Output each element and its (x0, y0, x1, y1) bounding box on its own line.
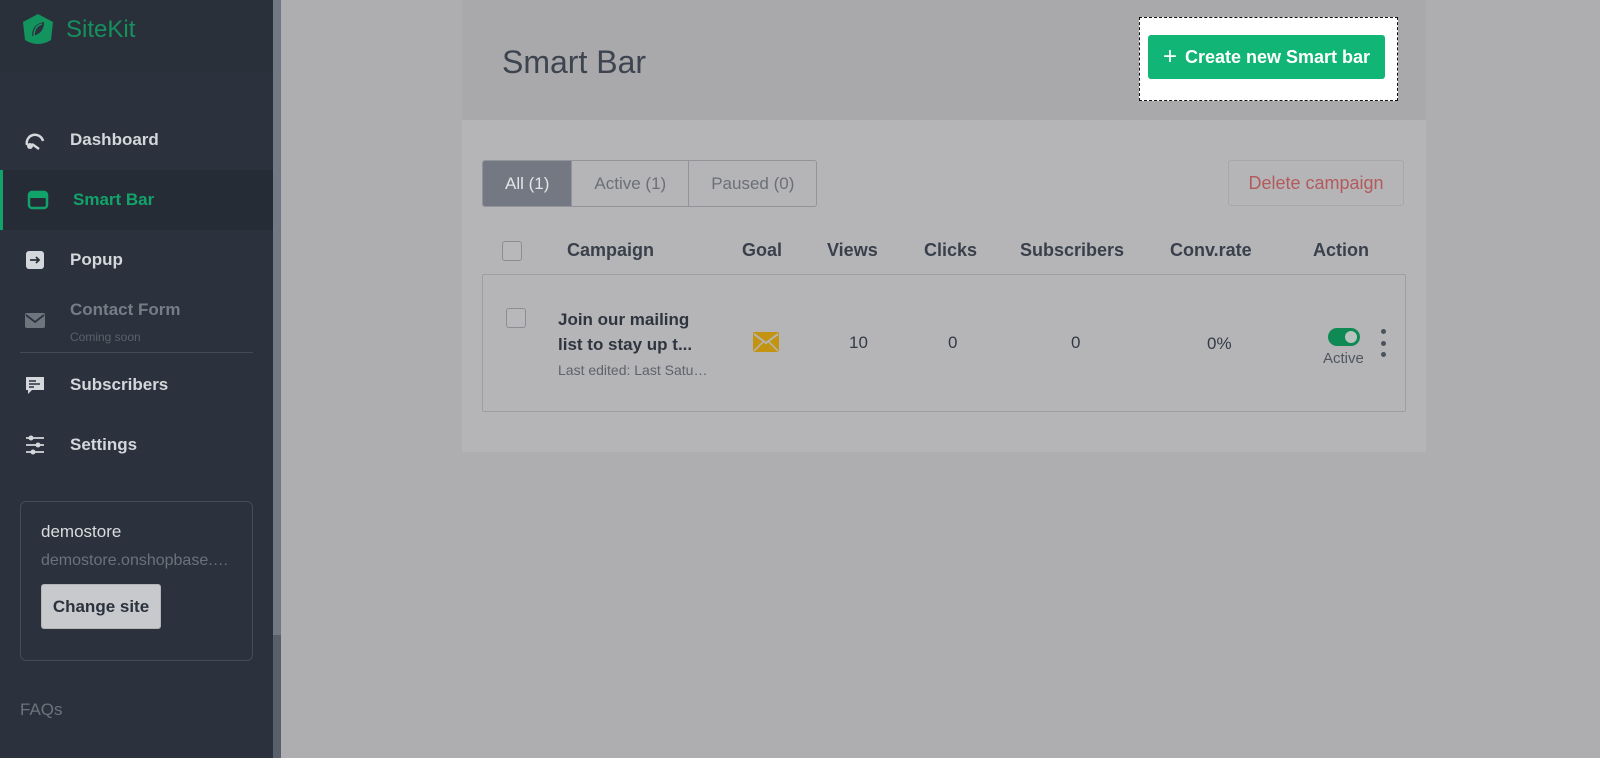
column-goal: Goal (742, 240, 783, 260)
sidebar-item-subscribers[interactable]: Subscribers (0, 355, 273, 415)
views-value: 10 (849, 333, 868, 352)
sidebar-item-label: Settings (70, 435, 138, 454)
status-label: Active (1323, 350, 1364, 367)
coming-soon-label: Coming soon (70, 330, 141, 344)
tab-all[interactable]: All (1) (483, 161, 573, 206)
column-subscribers: Subscribers (1020, 240, 1125, 260)
popup-icon (24, 249, 46, 271)
sidebar-divider (20, 352, 253, 353)
status-toggle[interactable] (1328, 328, 1360, 346)
filter-tabs: All (1) Active (1) Paused (0) (482, 160, 818, 207)
tab-active[interactable]: Active (1) (572, 161, 690, 206)
delete-campaign-button[interactable]: Delete campaign (1228, 160, 1404, 206)
column-conv-rate: Conv.rate (1170, 240, 1252, 260)
change-site-button[interactable]: Change site (41, 584, 161, 629)
clicks-value: 0 (948, 333, 958, 352)
sidebar-scrollbar[interactable] (273, 0, 281, 758)
more-options-icon[interactable] (1379, 329, 1387, 357)
toggle-knob (1345, 331, 1357, 343)
sidebar-item-settings[interactable]: Settings (0, 415, 273, 475)
sliders-icon (24, 434, 46, 456)
campaign-name[interactable]: Join our mailing list to stay up t... (558, 307, 708, 357)
table-row[interactable]: Join our mailing list to stay up t... La… (482, 274, 1406, 412)
sidebar-item-label: Smart Bar (73, 190, 155, 209)
create-smart-bar-button[interactable]: + Create new Smart bar (1148, 35, 1385, 79)
gauge-icon (24, 129, 46, 151)
plus-icon: + (1162, 43, 1177, 70)
site-card: demostore demostore.onshopbase.com Chang… (20, 501, 253, 661)
column-clicks: Clicks (924, 240, 978, 260)
sidebar-item-label: Popup (70, 250, 123, 269)
sidebar: SiteKit Dashboard Smart Bar Popup Contac… (0, 0, 273, 758)
sidebar-item-smart-bar[interactable]: Smart Bar (0, 170, 273, 230)
tab-paused[interactable]: Paused (0) (689, 161, 817, 206)
column-views: Views (827, 240, 878, 260)
envelope-icon (24, 309, 46, 331)
faqs-link[interactable]: FAQs (20, 700, 63, 720)
row-checkbox[interactable] (506, 308, 526, 328)
subscribers-value: 0 (1071, 333, 1081, 352)
sidebar-item-contact-form: Contact Form Coming soon (0, 290, 273, 350)
create-button-label: Create new Smart bar (1184, 46, 1371, 67)
column-action: Action (1313, 240, 1369, 260)
select-all-checkbox[interactable] (502, 241, 522, 261)
sidebar-item-label: Contact Form (70, 300, 181, 319)
table-header: Campaign Goal Views Clicks Subscribers C… (482, 230, 1406, 274)
smart-bar-icon (27, 189, 49, 211)
app-name: SiteKit (66, 16, 136, 43)
sidebar-item-dashboard[interactable]: Dashboard (0, 110, 273, 170)
logo[interactable]: SiteKit (20, 12, 135, 48)
column-campaign: Campaign (567, 240, 655, 260)
conv-rate-value: 0% (1207, 334, 1232, 353)
leaf-logo-icon (20, 12, 56, 48)
sidebar-nav: Dashboard Smart Bar Popup Contact Form C… (0, 110, 273, 475)
site-name: demostore (41, 522, 122, 541)
sidebar-item-label: Subscribers (70, 375, 169, 394)
campaign-panel: All (1) Active (1) Paused (0) Delete cam… (462, 120, 1426, 452)
campaign-last-edited: Last edited: Last Saturday (558, 362, 708, 378)
sidebar-item-popup[interactable]: Popup (0, 230, 273, 290)
site-url: demostore.onshopbase.com (41, 552, 232, 569)
sidebar-item-label: Dashboard (70, 130, 159, 149)
envelope-icon (753, 331, 779, 353)
subscribers-icon (24, 374, 46, 396)
scrollbar-thumb[interactable] (273, 0, 281, 635)
page-title: Smart Bar (502, 44, 647, 80)
